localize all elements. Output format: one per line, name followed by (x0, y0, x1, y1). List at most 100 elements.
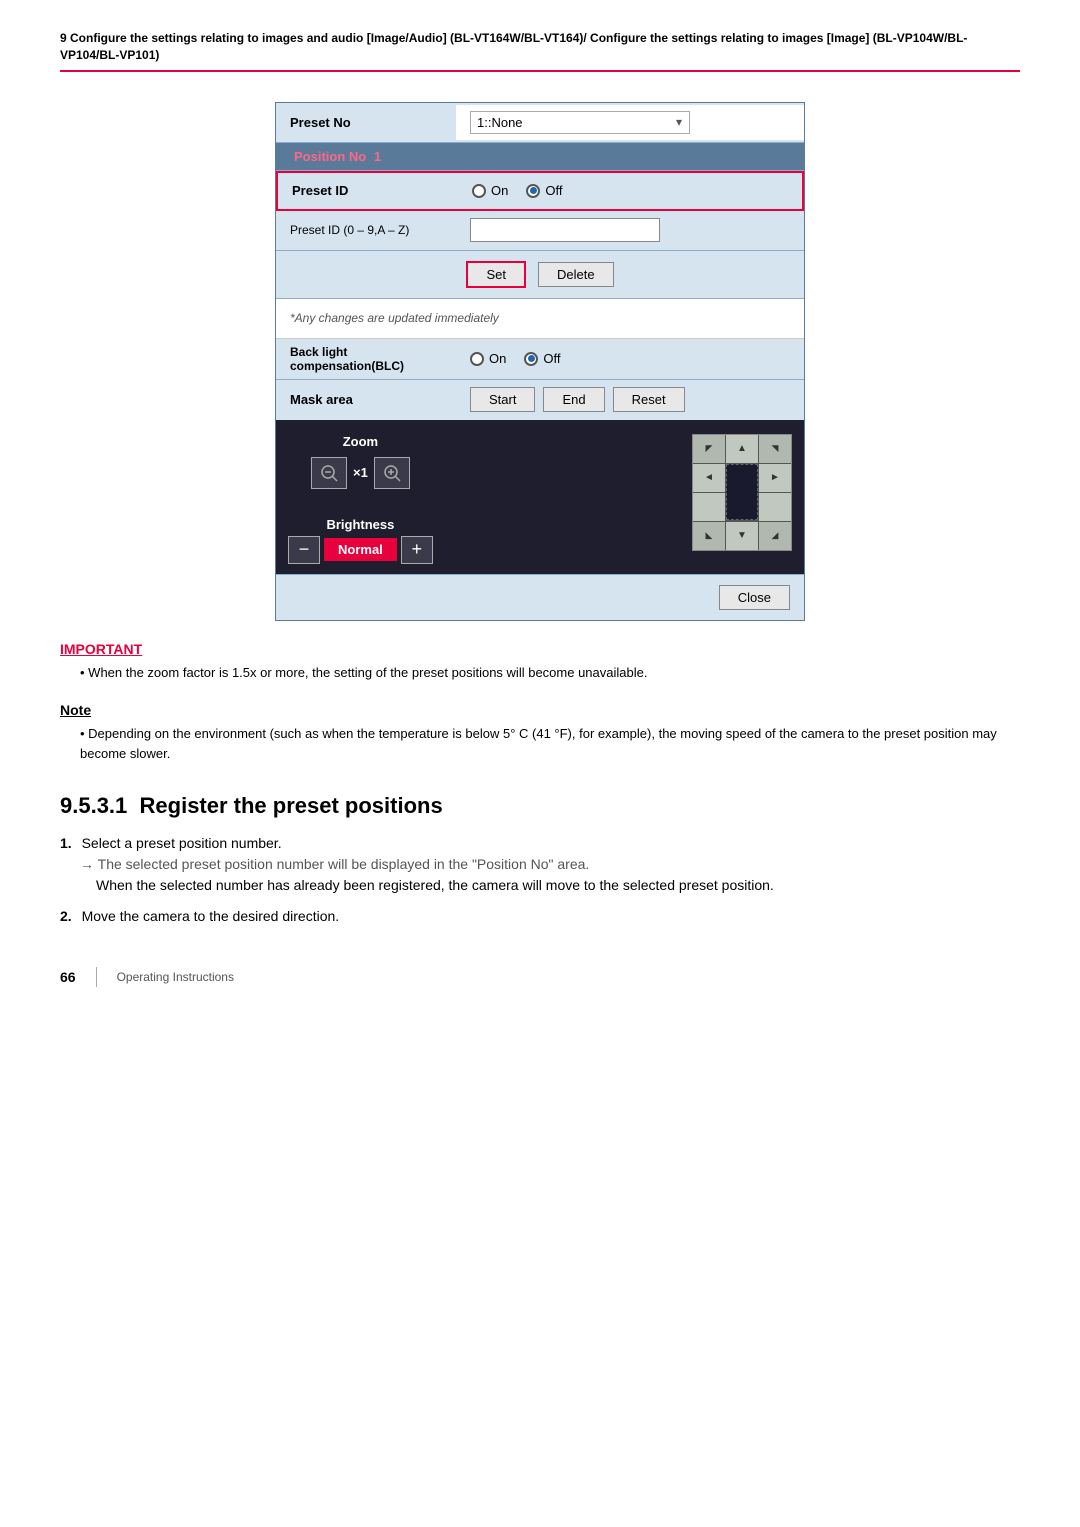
brightness-controls: − Normal + (288, 536, 433, 564)
position-no-value: 1 (374, 149, 381, 164)
zoom-out-icon (320, 464, 338, 482)
direction-pad-container: ◤ ▲ ◥ ◄ ► ◣ ▼ ◢ (692, 434, 792, 551)
back-light-off-radio[interactable] (524, 352, 538, 366)
dir-right-button[interactable]: ► (759, 464, 791, 492)
dir-topleft-button[interactable]: ◤ (693, 435, 725, 463)
step-1-text: Select a preset position number. (82, 835, 282, 851)
section-number: 9.5.3.1 (60, 793, 127, 818)
mask-end-button[interactable]: End (543, 387, 604, 412)
dir-up-button[interactable]: ▲ (726, 435, 758, 463)
important-section: IMPORTANT • When the zoom factor is 1.5x… (60, 641, 1020, 683)
preset-id-value-cell: On Off (458, 177, 802, 204)
page-number: 66 (60, 969, 76, 985)
brightness-section: Brightness − Normal + (288, 517, 433, 564)
mask-reset-button[interactable]: Reset (613, 387, 685, 412)
step-1-num: 1. (60, 835, 72, 851)
any-changes-row: *Any changes are updated immediately (276, 299, 804, 339)
delete-button[interactable]: Delete (538, 262, 614, 287)
zoom-left: Zoom ×1 (288, 434, 433, 564)
direction-pad: ◤ ▲ ◥ ◄ ► ◣ ▼ ◢ (692, 434, 792, 551)
back-light-radio-group: On Off (470, 351, 560, 366)
preset-id-radio-group: On Off (472, 183, 562, 198)
back-light-value-cell: On Off (456, 345, 804, 372)
preset-no-select[interactable]: 1::None (470, 111, 690, 134)
steps-list: 1. Select a preset position number. → Th… (60, 833, 1020, 927)
preset-no-row: Preset No 1::None (276, 103, 804, 143)
preset-id-row: Preset ID On Off (276, 171, 804, 211)
close-row: Close (276, 574, 804, 620)
section-title: Register the preset positions (140, 793, 443, 818)
preset-id-input[interactable] (470, 218, 660, 242)
main-panel: Preset No 1::None Position No 1 Preset I… (275, 102, 805, 621)
zoom-in-button[interactable] (374, 457, 410, 489)
page-footer: 66 Operating Instructions (60, 967, 1020, 987)
step-2-text: Move the camera to the desired direction… (82, 908, 340, 924)
page-header: 9 Configure the settings relating to ima… (60, 30, 1020, 72)
dir-topright-button[interactable]: ◥ (759, 435, 791, 463)
step-1: 1. Select a preset position number. → Th… (60, 833, 1020, 896)
back-light-off-label: Off (543, 351, 560, 366)
header-text: 9 Configure the settings relating to ima… (60, 31, 967, 62)
close-button[interactable]: Close (719, 585, 790, 610)
footer-label: Operating Instructions (117, 970, 234, 984)
brightness-normal-button[interactable]: Normal (324, 538, 397, 561)
preset-id-off-label: Off (545, 183, 562, 198)
important-title: IMPORTANT (60, 641, 1020, 657)
dir-left2-button[interactable] (693, 493, 725, 521)
back-light-on-label: On (489, 351, 506, 366)
preset-no-label: Preset No (276, 109, 456, 136)
preset-id-range-value-cell (456, 212, 804, 248)
brightness-title: Brightness (326, 517, 394, 532)
any-changes-text: *Any changes are updated immediately (290, 311, 499, 325)
zoom-title: Zoom (343, 434, 378, 449)
step-2-num: 2. (60, 908, 72, 924)
dir-left-button[interactable]: ◄ (693, 464, 725, 492)
note-text: • Depending on the environment (such as … (80, 724, 1020, 763)
preset-id-range-row: Preset ID (0 – 9,A – Z) (276, 211, 804, 251)
zoom-controls: ×1 (311, 457, 410, 489)
important-bullet: When the zoom factor is 1.5x or more, th… (88, 665, 647, 680)
back-light-on-radio[interactable] (470, 352, 484, 366)
section-heading: 9.5.3.1 Register the preset positions (60, 793, 1020, 819)
preset-id-off-option[interactable]: Off (526, 183, 562, 198)
preset-id-off-radio[interactable] (526, 184, 540, 198)
dir-bottomleft-button[interactable]: ◣ (693, 522, 725, 550)
dir-down-button[interactable]: ▼ (726, 522, 758, 550)
mask-area-value-cell: Start End Reset (456, 381, 804, 418)
mask-area-label: Mask area (276, 386, 456, 413)
preset-id-on-label: On (491, 183, 508, 198)
camera-view-center (726, 464, 758, 520)
back-light-row: Back light compensation(BLC) On Off (276, 339, 804, 380)
position-no-header: Position No 1 (276, 143, 804, 171)
mask-start-button[interactable]: Start (470, 387, 535, 412)
brightness-increase-button[interactable]: + (401, 536, 433, 564)
position-no-label: Position No (294, 149, 366, 164)
note-section: Note • Depending on the environment (suc… (60, 702, 1020, 763)
mask-area-row: Mask area Start End Reset (276, 380, 804, 420)
step-2: 2. Move the camera to the desired direct… (60, 906, 1020, 927)
back-light-on-option[interactable]: On (470, 351, 506, 366)
preset-id-range-label: Preset ID (0 – 9,A – Z) (276, 217, 456, 243)
set-delete-row: Set Delete (276, 251, 804, 299)
preset-id-on-option[interactable]: On (472, 183, 508, 198)
back-light-label: Back light compensation(BLC) (276, 339, 456, 379)
brightness-decrease-button[interactable]: − (288, 536, 320, 564)
preset-no-value-cell: 1::None (456, 105, 804, 140)
set-button[interactable]: Set (466, 261, 526, 288)
note-title: Note (60, 702, 1020, 718)
important-text: • When the zoom factor is 1.5x or more, … (80, 663, 1020, 683)
step-1-sub: When the selected number has already bee… (96, 875, 1020, 896)
footer-divider (96, 967, 97, 987)
zoom-out-button[interactable] (311, 457, 347, 489)
preset-id-on-radio[interactable] (472, 184, 486, 198)
step-1-arrow: → The selected preset position number wi… (80, 854, 1020, 875)
zoom-value: ×1 (353, 465, 368, 480)
zoom-section: Zoom ×1 (276, 420, 804, 574)
zoom-in-icon (383, 464, 401, 482)
preset-no-select-wrapper[interactable]: 1::None (470, 111, 690, 134)
note-bullet: Depending on the environment (such as wh… (80, 726, 997, 761)
back-light-off-option[interactable]: Off (524, 351, 560, 366)
dir-bottomright-button[interactable]: ◢ (759, 522, 791, 550)
preset-id-label: Preset ID (278, 177, 458, 204)
dir-right2-button[interactable] (759, 493, 791, 521)
